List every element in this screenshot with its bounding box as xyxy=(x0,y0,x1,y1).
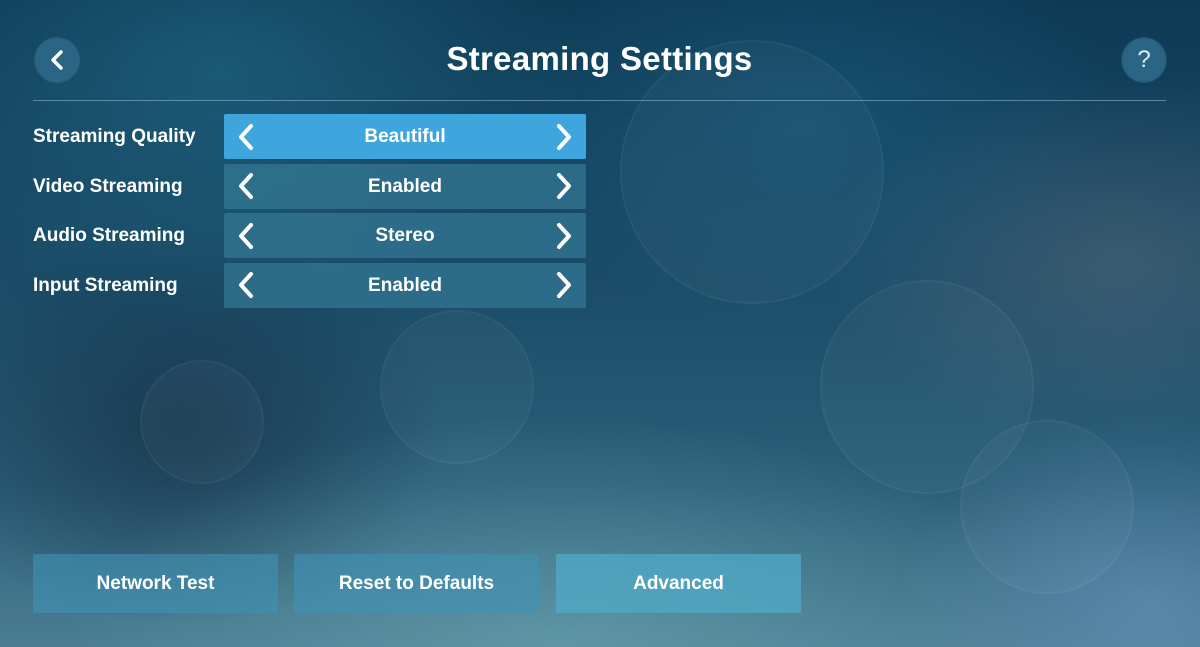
previous-option-button[interactable] xyxy=(224,114,268,159)
next-option-button[interactable] xyxy=(542,164,586,209)
chevron-right-icon xyxy=(557,222,571,249)
previous-option-button[interactable] xyxy=(224,164,268,209)
selector-value: Beautiful xyxy=(364,126,446,147)
chevron-left-icon xyxy=(239,123,253,150)
next-option-button[interactable] xyxy=(542,263,586,308)
video-streaming-selector[interactable]: Enabled xyxy=(224,163,586,209)
help-icon: ? xyxy=(1137,46,1151,73)
chevron-left-icon xyxy=(239,272,253,298)
setting-label: Video Streaming xyxy=(33,175,183,197)
selector-value: Enabled xyxy=(368,274,442,296)
background-bokeh xyxy=(960,420,1134,594)
chevron-right-icon xyxy=(557,123,571,150)
setting-label: Audio Streaming xyxy=(33,225,186,246)
chevron-right-icon xyxy=(557,173,571,199)
audio-streaming-selector[interactable]: Stereo xyxy=(224,213,586,258)
background-bokeh xyxy=(140,360,264,484)
background-bokeh xyxy=(380,310,534,464)
previous-option-button[interactable] xyxy=(224,263,268,308)
selector-value: Stereo xyxy=(375,225,435,246)
streaming-quality-selector[interactable]: Beautiful xyxy=(224,114,586,159)
advanced-button[interactable]: Advanced xyxy=(556,554,801,613)
header: Streaming Settings ? xyxy=(33,0,1166,101)
network-test-button[interactable]: Network Test xyxy=(33,554,278,613)
setting-label: Streaming Quality xyxy=(33,126,196,147)
setting-label: Input Streaming xyxy=(33,274,178,296)
background-bokeh xyxy=(820,280,1034,494)
next-option-button[interactable] xyxy=(542,114,586,159)
reset-to-defaults-button[interactable]: Reset to Defaults xyxy=(294,554,539,613)
chevron-right-icon xyxy=(557,272,571,298)
chevron-left-icon xyxy=(239,173,253,199)
next-option-button[interactable] xyxy=(542,213,586,258)
selector-value: Enabled xyxy=(368,175,442,197)
input-streaming-selector[interactable]: Enabled xyxy=(224,262,586,308)
chevron-left-icon xyxy=(239,222,253,249)
previous-option-button[interactable] xyxy=(224,213,268,258)
help-button[interactable]: ? xyxy=(1122,38,1166,82)
page-title: Streaming Settings xyxy=(446,40,753,77)
